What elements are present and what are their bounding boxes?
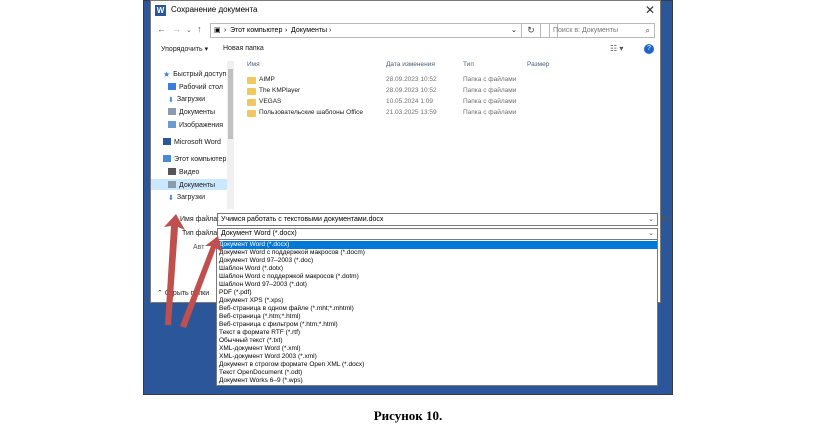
filetype-option[interactable]: XML-документ Word 2003 (*.xml) <box>219 353 317 361</box>
navigation-scrollbar[interactable] <box>227 61 234 209</box>
filetype-option[interactable]: Шаблон Word 97–2003 (*.dot) <box>219 281 307 289</box>
filetype-option[interactable]: Документ XPS (*.xps) <box>219 297 283 305</box>
file-list: Имя Дата изменения Тип Размер AIMP 28.09.… <box>237 58 659 208</box>
sidebar-item-documents[interactable]: Документы <box>168 108 215 116</box>
scrollbar-thumb[interactable] <box>228 69 233 139</box>
view-options-icon[interactable]: ☷ ▾ <box>610 44 623 53</box>
computer-icon <box>163 155 171 162</box>
close-icon[interactable]: ✕ <box>645 3 655 17</box>
folder-icon <box>247 99 256 106</box>
star-icon: ★ <box>163 70 171 79</box>
chevron-right-icon: › <box>329 27 332 34</box>
table-row[interactable]: Пользовательские шаблоны Office 21.03.202… <box>237 108 659 119</box>
download-icon: ⬇ <box>168 97 174 104</box>
refresh-icon: ↻ <box>527 25 535 35</box>
download-icon: ⬇ <box>168 195 174 202</box>
search-icon: ⌕ <box>645 26 650 35</box>
filetype-option[interactable]: Документ Works 6–9 (*.wps) <box>219 377 303 385</box>
chevron-right-icon: › <box>224 27 227 34</box>
back-arrow-icon[interactable]: ← <box>157 24 166 34</box>
address-bar[interactable]: ▣ › Этот компьютер › Документы › ⌄ <box>210 23 558 38</box>
sidebar-item-downloads-pc[interactable]: ⬇ Загрузки <box>168 194 205 202</box>
computer-icon: ▣ <box>214 27 221 34</box>
filetype-option[interactable]: Шаблон Word (*.dotx) <box>219 265 283 273</box>
toolbar: Упорядочить ▾ Новая папка ☷ ▾ <box>151 42 660 58</box>
filetype-option[interactable]: Обычный текст (*.txt) <box>219 337 283 345</box>
sidebar-item-downloads[interactable]: ⬇ Загрузки <box>168 96 205 104</box>
address-dropdown-icon[interactable]: ⌄ <box>511 24 517 37</box>
figure-caption: Рисунок 10. <box>373 408 443 423</box>
new-folder-button[interactable]: Новая папка <box>223 45 264 52</box>
column-size[interactable]: Размер <box>527 61 549 68</box>
sidebar-item-pictures[interactable]: Изображения <box>168 121 223 129</box>
hide-folders-button[interactable]: ⌃ Скрыть папки <box>157 289 209 297</box>
search-placeholder: Поиск в: Документы <box>553 27 619 34</box>
filetype-option[interactable]: Текст в формате RTF (*.rtf) <box>219 329 300 337</box>
filetype-option[interactable]: Веб-страница в одном файле (*.mht;*.mhtm… <box>219 305 354 313</box>
side-text: Ал <box>661 216 670 223</box>
chevron-down-icon[interactable]: ⌄ <box>648 229 654 239</box>
sidebar-item-documents-selected[interactable]: Документы <box>151 179 227 190</box>
filename-label: Имя файла: <box>180 216 220 223</box>
filetype-option[interactable]: PDF (*.pdf) <box>219 289 252 297</box>
folder-icon <box>247 110 256 117</box>
help-icon[interactable]: ? <box>644 44 654 54</box>
filetype-option[interactable]: Документ в строгом формате Open XML (*.d… <box>219 361 364 369</box>
documents-icon <box>168 181 176 188</box>
video-icon <box>168 168 176 175</box>
sidebar-item-this-pc[interactable]: Этот компьютер <box>163 155 226 163</box>
filetype-option[interactable]: Текст OpenDocument (*.odt) <box>219 369 302 377</box>
documents-icon <box>168 108 176 115</box>
recent-chevron-icon[interactable]: ⌄ <box>186 26 192 34</box>
word-icon <box>163 138 171 145</box>
chevron-right-icon: › <box>285 27 288 34</box>
breadcrumb-documents[interactable]: Документы <box>291 24 327 37</box>
pictures-icon <box>168 121 176 128</box>
column-type[interactable]: Тип <box>463 61 474 68</box>
filetype-dropdown-list: Документ Word (*.docx) Документ Word с по… <box>216 239 658 386</box>
word-app-icon: W <box>155 5 166 16</box>
column-name[interactable]: Имя <box>247 61 260 68</box>
organize-button[interactable]: Упорядочить ▾ <box>161 45 208 53</box>
navigation-pane: ★ Быстрый доступ Рабочий стол ⬇ Загрузки Д… <box>151 61 227 209</box>
table-row[interactable]: The KMPlayer 28.09.2023 10:52 Папка с файл… <box>237 86 659 97</box>
folder-icon <box>247 77 256 84</box>
chevron-down-icon[interactable]: ⌄ <box>648 214 654 225</box>
filename-field[interactable]: Учимся работать с текстовыми документами… <box>217 213 658 226</box>
sidebar-item-quick-access[interactable]: ★ Быстрый доступ <box>163 70 226 79</box>
filetype-option[interactable]: Документ Word (*.docx) <box>217 241 657 249</box>
forward-arrow-icon[interactable]: → <box>172 24 181 34</box>
dialog-title: Сохранение документа <box>171 5 258 14</box>
sidebar-item-video[interactable]: Видео <box>168 168 199 176</box>
refresh-button[interactable]: ↻ <box>521 23 541 38</box>
desktop-icon <box>168 83 176 90</box>
column-date[interactable]: Дата изменения <box>386 61 435 68</box>
filetype-option[interactable]: Шаблон Word с поддержкой макросов (*.dot… <box>219 273 359 281</box>
title-bar: W Сохранение документа ✕ <box>151 1 660 21</box>
up-arrow-icon[interactable]: ↑ <box>197 24 202 34</box>
filetype-option[interactable]: Документ Word с поддержкой макросов (*.d… <box>219 249 365 257</box>
sidebar-item-desktop[interactable]: Рабочий стол <box>168 83 223 91</box>
search-input[interactable]: Поиск в: Документы ⌕ <box>549 23 655 38</box>
filetype-option[interactable]: Веб-страница (*.htm;*.html) <box>219 313 301 321</box>
breadcrumb-computer[interactable]: Этот компьютер <box>230 24 282 37</box>
table-row[interactable]: VEGAS 10.05.2024 1:09 Папка с файлами <box>237 97 659 108</box>
author-label: Авт <box>193 244 205 251</box>
sidebar-item-microsoft-word[interactable]: Microsoft Word <box>163 138 221 146</box>
filetype-option[interactable]: Веб-страница с фильтром (*.htm;*.html) <box>219 321 338 329</box>
filetype-option[interactable]: Документ Word 97–2003 (*.doc) <box>219 257 313 265</box>
filetype-option[interactable]: XML-документ Word (*.xml) <box>219 345 300 353</box>
table-row[interactable]: AIMP 28.09.2023 10:52 Папка с файлами <box>237 75 659 86</box>
filetype-label: Тип файла: <box>182 230 220 237</box>
folder-icon <box>247 88 256 95</box>
